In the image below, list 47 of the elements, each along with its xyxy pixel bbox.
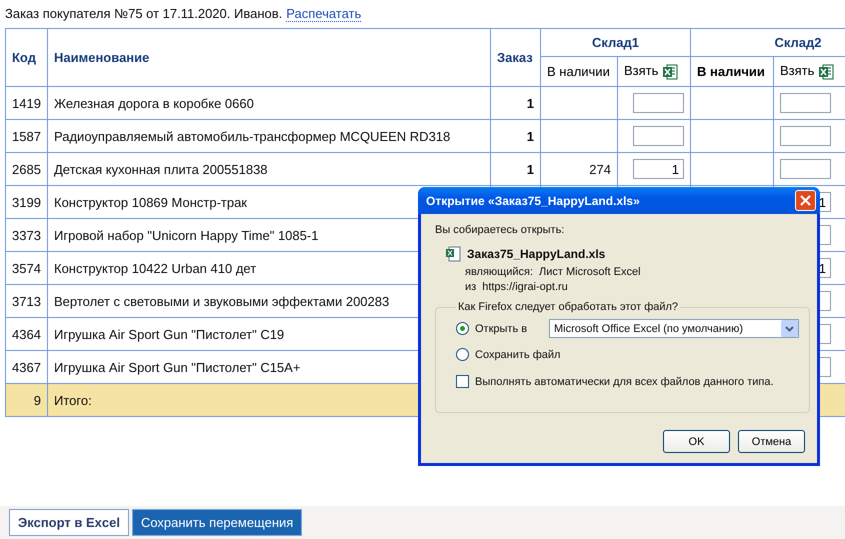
close-button[interactable] — [795, 190, 816, 211]
code-cell: 1587 — [6, 120, 48, 152]
column-header: Наименование — [48, 28, 490, 86]
code-cell: 3373 — [6, 218, 48, 252]
subcolumn-header: В наличии — [540, 56, 618, 86]
ok-button[interactable]: OK — [663, 430, 730, 453]
export-button[interactable]: Экспорт в Excel — [9, 509, 129, 536]
dropdown-icon — [781, 320, 798, 337]
code-cell: 2685 — [6, 152, 48, 186]
spreadsheet-icon — [818, 64, 834, 80]
spreadsheet-icon — [662, 64, 678, 80]
checkbox[interactable] — [456, 375, 469, 388]
warehouse-header: Склад1 — [540, 28, 690, 56]
close-icon — [800, 195, 811, 206]
name-cell: Радиоуправляемый автомобиль-трансформер MCQUEEN RD318 — [48, 120, 490, 152]
code-cell: 1419 — [6, 86, 48, 120]
code-cell: 3574 — [6, 252, 48, 284]
spreadsheet-icon — [445, 246, 461, 262]
column-header: Заказ — [490, 28, 540, 86]
take-field[interactable] — [780, 126, 831, 146]
take-field[interactable]: 1 — [633, 159, 684, 179]
name-cell: Железная дорога в коробке 0660 — [48, 86, 490, 120]
print-link[interactable]: Распечатать — [286, 6, 362, 22]
take-field[interactable] — [780, 159, 831, 179]
radio-button[interactable] — [456, 348, 469, 361]
subcolumn-header: В наличии — [690, 56, 774, 86]
take-field[interactable] — [780, 93, 831, 113]
order-cell: 1 — [490, 120, 540, 152]
subcolumn-header: Взять — [618, 56, 690, 86]
order-cell: 1 — [490, 152, 540, 186]
column-header: Код — [6, 28, 48, 86]
total-count: 9 — [6, 384, 48, 416]
radio-button[interactable] — [456, 322, 469, 335]
code-cell: 4364 — [6, 318, 48, 350]
order-title: Заказ покупателя №75 от 17.11.2020. Иванов. — [5, 6, 282, 21]
app-select[interactable]: Microsoft Office Excel (по умолчанию) — [549, 319, 799, 338]
name-cell: Детская кухонная плита 200551838 — [48, 152, 490, 186]
stock-cell: 274 — [540, 152, 618, 186]
type-value: Лист Microsoft Excel — [539, 266, 641, 278]
take-field[interactable] — [633, 126, 684, 146]
code-cell: 3199 — [6, 186, 48, 218]
take-field[interactable] — [633, 93, 684, 113]
code-cell: 3713 — [6, 284, 48, 318]
save-button[interactable]: Сохранить перемещения — [132, 509, 302, 536]
order-cell: 1 — [490, 86, 540, 120]
cancel-button[interactable]: Отмена — [738, 430, 805, 453]
warehouse-header: Склад2 — [690, 28, 845, 56]
